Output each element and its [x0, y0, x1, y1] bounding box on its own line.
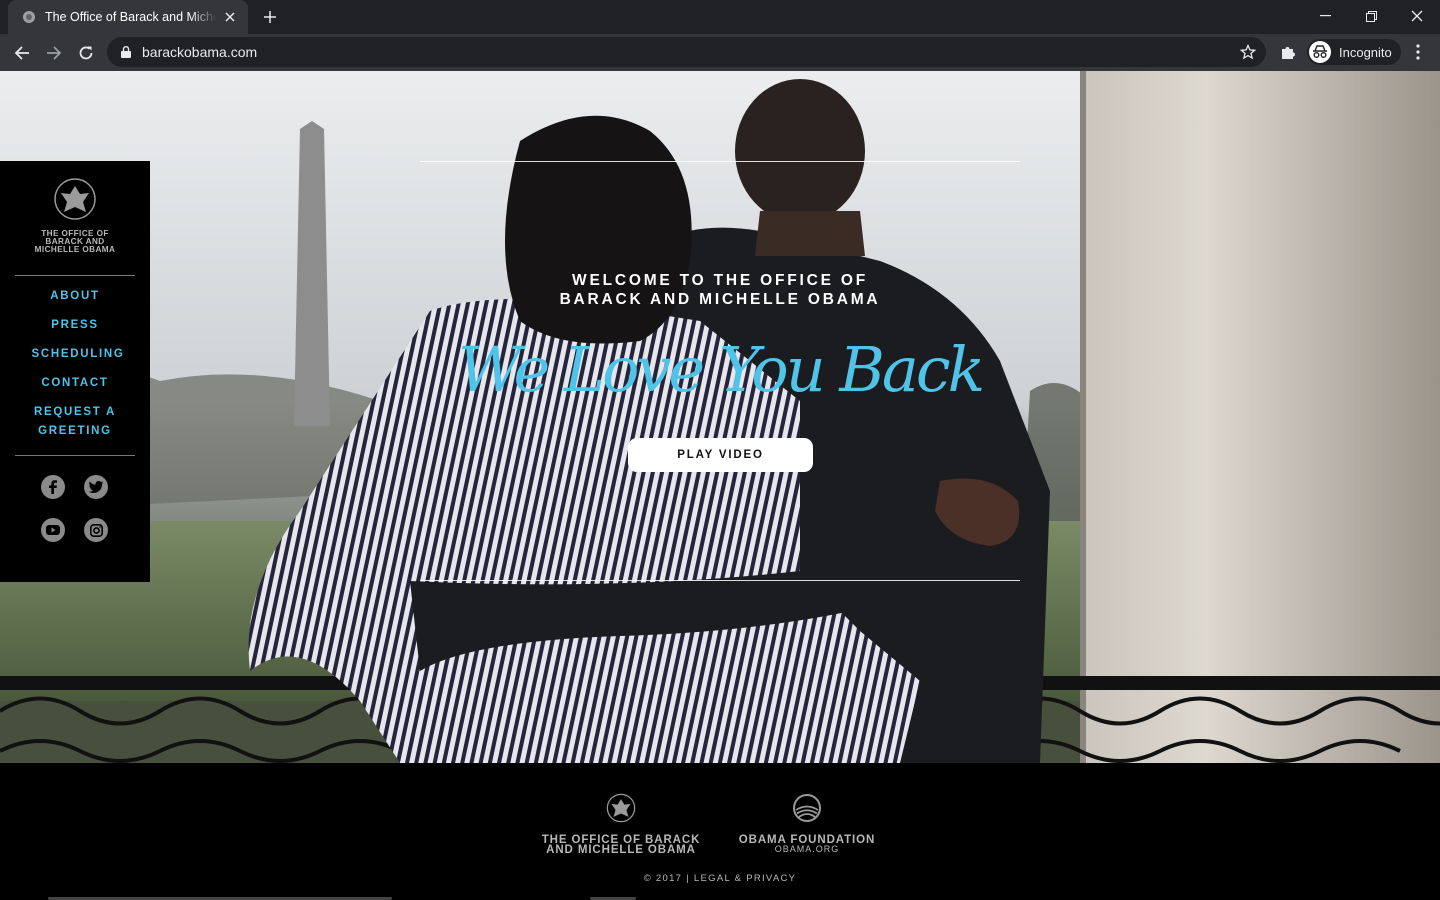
nav-link-scheduling[interactable]: SCHEDULING [0, 345, 150, 364]
incognito-icon [1309, 41, 1331, 63]
incognito-badge[interactable]: Incognito [1307, 39, 1401, 65]
footer-foundation-link[interactable]: OBAMA FOUNDATION OBAMA.ORG [730, 793, 884, 854]
tab-strip: The Office of Barack and Michelle Obama [0, 0, 1440, 34]
tab-title: The Office of Barack and Michelle Obama [45, 10, 216, 24]
divider [15, 275, 135, 276]
nav-link-line: GREETING [38, 425, 112, 437]
close-window-icon[interactable] [1394, 0, 1440, 32]
address-bar[interactable]: barackobama.com [107, 37, 1266, 67]
instagram-icon[interactable] [84, 518, 108, 542]
brand-line: MICHELLE OBAMA [34, 245, 116, 254]
facebook-icon[interactable] [41, 475, 65, 499]
obama-foundation-logo-icon [730, 793, 884, 825]
twitter-icon[interactable] [84, 475, 108, 499]
plus-icon[interactable] [258, 6, 282, 28]
nav-link-contact[interactable]: CONTACT [0, 374, 150, 393]
reload-icon[interactable] [72, 39, 100, 67]
hero-tagline: We Love You Back [457, 333, 985, 406]
sidenav-links: ABOUT PRESS SCHEDULING CONTACT REQUEST A… [0, 287, 150, 441]
star-icon[interactable] [1239, 43, 1257, 60]
kebab-menu-icon[interactable] [1406, 40, 1430, 64]
nav-link-line: REQUEST A [34, 406, 116, 418]
back-arrow-icon[interactable] [8, 39, 36, 67]
close-icon[interactable] [222, 9, 238, 25]
nav-link-about[interactable]: ABOUT [0, 287, 150, 306]
seal-favicon-icon [22, 10, 36, 24]
divider [15, 455, 135, 456]
youtube-icon[interactable] [41, 518, 65, 542]
hero-photo [0, 71, 1440, 763]
footer-foundation-site: OBAMA.ORG [774, 844, 840, 854]
side-navigation: THE OFFICE OF BARACK AND MICHELLE OBAMA … [0, 161, 150, 582]
welcome-heading: WELCOME TO THE OFFICE OF BARACK AND MICH… [420, 271, 1020, 309]
hero-divider-top [420, 161, 1020, 162]
incognito-label: Incognito [1339, 44, 1392, 60]
nav-link-request-a-greeting[interactable]: REQUEST A GREETING [0, 403, 150, 441]
presidential-seal-icon [53, 177, 97, 221]
play-video-button[interactable]: PLAY VIDEO [628, 438, 813, 472]
puzzle-extension-icon[interactable] [1276, 40, 1300, 64]
presidential-seal-icon [536, 793, 706, 825]
hero-divider-bottom [420, 580, 1020, 581]
hero-section: THE OFFICE OF BARACK AND MICHELLE OBAMA … [0, 71, 1440, 763]
sidenav-brand[interactable]: THE OFFICE OF BARACK AND MICHELLE OBAMA [0, 229, 150, 254]
site-footer: THE OFFICE OF BARACK AND MICHELLE OBAMA … [0, 763, 1440, 900]
footer-office-line: AND MICHELLE OBAMA [546, 844, 696, 856]
browser-toolbar: barackobama.com Incognito [0, 34, 1440, 71]
footer-office-link[interactable]: THE OFFICE OF BARACK AND MICHELLE OBAMA [536, 793, 706, 856]
minimize-icon[interactable] [1302, 0, 1348, 32]
welcome-line: BARACK AND MICHELLE OBAMA [559, 291, 881, 308]
browser-tab[interactable]: The Office of Barack and Michelle Obama [8, 0, 248, 34]
footer-copyright[interactable]: © 2017 | LEGAL & PRIVACY [0, 873, 1440, 884]
restore-icon[interactable] [1348, 0, 1394, 32]
welcome-line: WELCOME TO THE OFFICE OF [572, 272, 868, 289]
forward-arrow-icon[interactable] [40, 39, 68, 67]
nav-link-press[interactable]: PRESS [0, 316, 150, 335]
lock-icon [119, 45, 133, 59]
url-text: barackobama.com [142, 44, 258, 60]
